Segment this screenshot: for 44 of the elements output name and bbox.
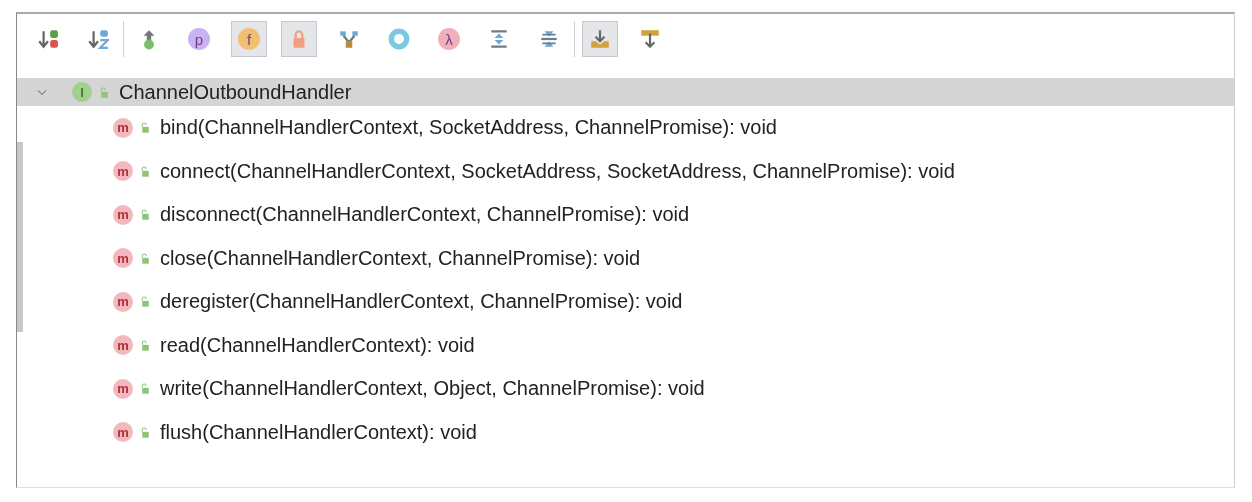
lock-icon [139, 382, 152, 396]
pin-down-icon [639, 28, 661, 50]
method-signature[interactable]: disconnect(ChannelHandlerContext, ChannelPromise): void [160, 203, 690, 227]
download-icon [589, 28, 611, 50]
scrollbar[interactable] [17, 142, 23, 332]
lock-icon [139, 251, 152, 265]
lock-icon [139, 425, 152, 439]
badge-icon: λ [438, 28, 460, 50]
toolbar-button[interactable] [582, 21, 618, 57]
sort-icon [87, 28, 109, 50]
toolbar-button[interactable]: p [181, 21, 217, 57]
method-icon: m [113, 204, 133, 225]
branch-icon [338, 28, 360, 50]
lock-icon [139, 295, 152, 309]
method-signature[interactable]: close(ChannelHandlerContext, ChannelPromise): void [160, 246, 641, 270]
method-signature[interactable]: connect(ChannelHandlerContext, SocketAddress, SocketAddress, ChannelPromise): void [160, 159, 955, 183]
method-icon: m [113, 335, 133, 356]
toolbar-button[interactable]: λ [431, 21, 467, 57]
method-signature[interactable]: read(ChannelHandlerContext): void [160, 333, 475, 357]
method-icon: m [113, 291, 133, 312]
method-icon: m [113, 248, 133, 269]
interface-name: ChannelOutboundHandler [119, 80, 352, 104]
lock-icon [139, 208, 152, 222]
ring-icon [388, 28, 410, 50]
method-signature[interactable]: deregister(ChannelHandlerContext, ChannelPromise): void [160, 290, 683, 314]
lock-icon [139, 338, 152, 352]
badge-icon: p [188, 28, 210, 50]
interface-icon: I [72, 82, 92, 102]
method-signature[interactable]: write(ChannelHandlerContext, Object, ChannelPromise): void [160, 377, 705, 401]
badge-icon: f [238, 28, 260, 50]
lock-icon [139, 164, 152, 178]
lock-icon [139, 121, 152, 135]
tree-row[interactable]: I ChannelOutboundHandler [17, 78, 1234, 106]
method-icon: m [113, 161, 133, 182]
collapse-icon [538, 28, 560, 50]
method-icon: m [113, 117, 133, 138]
method-signature[interactable]: flush(ChannelHandlerContext): void [160, 420, 477, 444]
sort-icon [37, 28, 59, 50]
toolbar-button[interactable]: f [231, 21, 267, 57]
expand-icon [488, 28, 510, 50]
lock-icon [98, 85, 111, 99]
method-icon: m [113, 422, 133, 443]
method-signature[interactable]: bind(ChannelHandlerContext, SocketAddress, ChannelPromise): void [160, 116, 777, 140]
method-icon: m [113, 378, 133, 399]
